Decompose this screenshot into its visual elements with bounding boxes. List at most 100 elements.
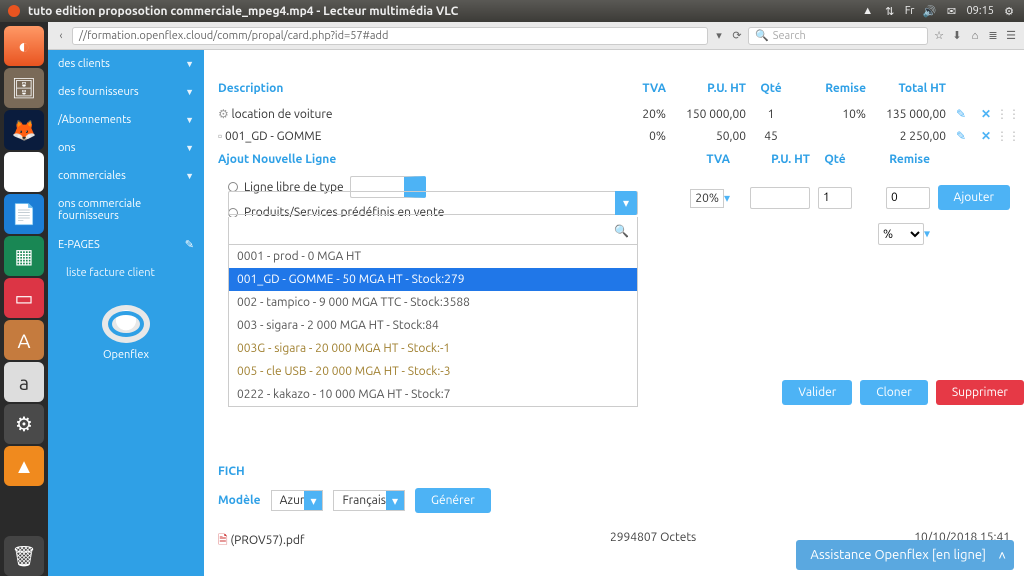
row-remise: 10% <box>796 108 866 121</box>
combo-field[interactable]: ▾ <box>228 191 638 215</box>
bookmarks-icon[interactable]: ≣ <box>986 29 1000 42</box>
window-title: tuto edition proposotion commerciale_mpe… <box>28 5 861 18</box>
row-puht: 50,00 <box>666 130 746 143</box>
reload-icon[interactable]: ⟳ <box>730 29 744 42</box>
sidebar-item-comm-fournisseurs[interactable]: ons commerciale fournisseurs <box>48 190 204 230</box>
mail-icon[interactable]: ✉ <box>944 4 958 18</box>
sidebar-item-epages[interactable]: E-PAGES✎ <box>48 230 204 259</box>
dropdown-icon[interactable]: ▾ <box>712 29 726 42</box>
tva-select[interactable]: 20% <box>690 189 724 208</box>
sidebar-item-fournisseurs[interactable]: des fournisseurs▼ <box>48 78 204 106</box>
supprimer-button[interactable]: Supprimer <box>936 380 1024 405</box>
grip-icon[interactable]: ⋮⋮ <box>996 107 1010 121</box>
sidebar-item-abonnements[interactable]: /Abonnements▼ <box>48 106 204 134</box>
dock-impress-icon[interactable]: ▭ <box>4 278 44 318</box>
col-tva: TVA <box>606 82 666 95</box>
edit-icon[interactable]: ✎ <box>946 129 976 143</box>
sidebar-brand: Openflex <box>48 287 204 379</box>
star-icon[interactable]: ☆ <box>932 29 946 42</box>
col-total: Total HT <box>866 82 946 95</box>
combo-option[interactable]: 003 - sigara - 2 000 MGA HT - Stock:84 <box>229 314 637 337</box>
row-desc: 001_GD - GOMME <box>225 130 321 143</box>
sidebar-item-ons[interactable]: ons▼ <box>48 134 204 162</box>
add-button[interactable]: Ajouter <box>938 185 1010 210</box>
dock-calc-icon[interactable]: ▦ <box>4 236 44 276</box>
dock-writer-icon[interactable]: 📄 <box>4 194 44 234</box>
sidebar-item-commerciales[interactable]: commerciales▼ <box>48 162 204 190</box>
menu-icon[interactable]: ☰ <box>1004 29 1018 42</box>
dock-amazon-icon[interactable]: a <box>4 362 44 402</box>
row-qte: 45 <box>746 130 796 143</box>
combo-search[interactable]: 🔍 <box>228 217 638 245</box>
remise-unit-select[interactable]: % <box>878 223 924 245</box>
col-qte: Qté <box>746 82 796 95</box>
qte-input[interactable] <box>818 187 852 209</box>
live-chat-widget[interactable]: Assistance Openflex [en ligne] ˄ <box>796 540 1014 570</box>
combo-list: 0001 - prod - 0 MGA HT 001_GD - GOMME - … <box>228 245 638 407</box>
back-icon[interactable]: ‹ <box>54 30 68 42</box>
launcher-dock: ◐ 🗄 🦊 ◉ 📄 ▦ ▭ A a ⚙ ▲ 🗑 <box>0 22 48 576</box>
lang-select[interactable]: Français▾ <box>333 490 405 511</box>
main-content: Description TVA P.U. HT Qté Remise Total… <box>204 50 1024 576</box>
dock-software-icon[interactable]: A <box>4 320 44 360</box>
combo-option[interactable]: 0222 - kakazo - 10 000 MGA HT - Stock:7 <box>229 383 637 406</box>
service-icon: ⚙ <box>218 108 229 121</box>
home-icon[interactable]: ⌂ <box>968 30 982 42</box>
dock-chrome-icon[interactable]: ◉ <box>4 152 44 192</box>
settings-gear-icon[interactable]: ⚙ <box>1002 4 1016 18</box>
system-tray: ▲ ⇅ Fr 🔊 ✉ 09:15 ⚙ <box>861 4 1016 18</box>
combo-option[interactable]: 005 - cle USB - 20 000 MGA HT - Stock:-3 <box>229 360 637 383</box>
generate-button[interactable]: Générer <box>415 488 491 513</box>
dock-trash-icon[interactable]: 🗑 <box>4 536 44 576</box>
dock-dash-icon[interactable]: ◐ <box>4 26 44 66</box>
sound-icon[interactable]: 🔊 <box>922 4 936 18</box>
grip-icon[interactable]: ⋮⋮ <box>996 129 1010 143</box>
url-bar[interactable]: //formation.openflex.cloud/comm/propal/c… <box>72 27 708 45</box>
model-label: Modèle <box>218 494 261 507</box>
remise-input[interactable] <box>886 187 930 209</box>
chat-label: Assistance Openflex [en ligne] <box>810 548 986 562</box>
keyboard-indicator[interactable]: Fr <box>905 5 915 17</box>
dock-vlc-icon[interactable]: ▲ <box>4 446 44 486</box>
combo-option[interactable]: 002 - tampico - 9 000 MGA TTC - Stock:35… <box>229 291 637 314</box>
row-tva: 0% <box>606 130 666 143</box>
cloner-button[interactable]: Cloner <box>860 380 928 405</box>
combo-option-selected[interactable]: 001_GD - GOMME - 50 MGA HT - Stock:279 <box>229 268 637 291</box>
openflex-logo-icon <box>102 305 150 343</box>
search-placeholder: Search <box>773 30 806 42</box>
browser-toolbar: ‹ //formation.openflex.cloud/comm/propal… <box>48 22 1024 50</box>
window-close-dot[interactable] <box>8 5 20 17</box>
model-select[interactable]: Azur▾ <box>271 490 324 511</box>
app-sidebar: des clients▼ des fournisseurs▼ /Abonneme… <box>48 50 204 576</box>
combo-option[interactable]: 003G - sigara - 20 000 MGA HT - Stock:-1 <box>229 337 637 360</box>
product-combo: ▾ 🔍 0001 - prod - 0 MGA HT 001_GD - GOMM… <box>228 191 638 407</box>
file-name[interactable]: (PROV57).pdf <box>230 534 304 547</box>
vlc-tray-icon[interactable]: ▲ <box>861 4 875 18</box>
line-item-row: ▫ 001_GD - GOMME 0% 50,00 45 2 250,00 ✎ … <box>218 125 1010 147</box>
download-icon[interactable]: ⬇ <box>950 29 964 42</box>
col-puht: P.U. HT <box>666 82 746 95</box>
delete-icon[interactable]: ✕ <box>976 107 996 121</box>
edit-icon[interactable]: ✎ <box>946 107 976 121</box>
puht-input[interactable] <box>750 187 810 209</box>
dock-files-icon[interactable]: 🗄 <box>4 68 44 108</box>
sidebar-sub-liste-facture[interactable]: liste facture client <box>48 259 204 287</box>
pdf-icon: 🗎 <box>218 534 228 547</box>
row-total: 2 250,00 <box>866 130 946 143</box>
valider-button[interactable]: Valider <box>782 380 852 405</box>
model-row: Modèle Azur▾ Français▾ Générer <box>218 478 1010 513</box>
line-items-header: Description TVA P.U. HT Qté Remise Total… <box>218 50 1010 103</box>
brand-label: Openflex <box>48 349 204 361</box>
col-description: Description <box>218 82 606 95</box>
chevron-down-icon[interactable]: ▾ <box>615 191 637 215</box>
sidebar-item-clients[interactable]: des clients▼ <box>48 50 204 78</box>
browser-search[interactable]: 🔍 Search <box>748 27 928 45</box>
chevron-up-icon: ˄ <box>998 548 1006 563</box>
delete-icon[interactable]: ✕ <box>976 129 996 143</box>
dock-settings-icon[interactable]: ⚙ <box>4 404 44 444</box>
dock-firefox-icon[interactable]: 🦊 <box>4 110 44 150</box>
row-puht: 150 000,00 <box>666 108 746 121</box>
combo-option[interactable]: 0001 - prod - 0 MGA HT <box>229 245 637 268</box>
network-icon[interactable]: ⇅ <box>883 4 897 18</box>
line-item-row: ⚙ location de voiture 20% 150 000,00 1 1… <box>218 103 1010 125</box>
